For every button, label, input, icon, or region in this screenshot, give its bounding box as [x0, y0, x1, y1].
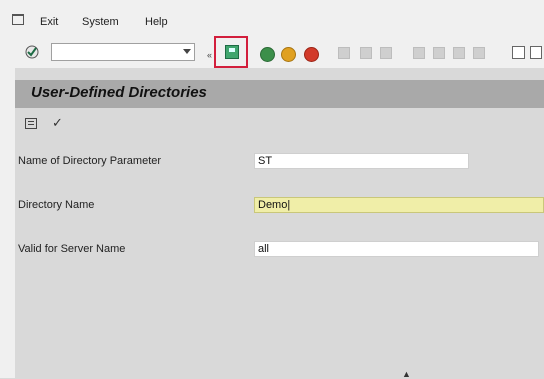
page-title: User-Defined Directories — [31, 84, 207, 101]
window-frame — [0, 36, 15, 378]
screen-title-bar: User-Defined Directories — [15, 80, 544, 108]
chevron-down-icon[interactable] — [183, 49, 191, 54]
collapse-arrows-icon[interactable]: « — [207, 50, 212, 60]
last-page-icon[interactable] — [473, 47, 485, 59]
standard-toolbar: « — [0, 36, 544, 68]
menu-system[interactable]: System — [82, 16, 119, 28]
shortcut-icon[interactable] — [530, 46, 542, 59]
first-page-icon[interactable] — [413, 47, 425, 59]
window-menu-icon[interactable] — [12, 14, 24, 25]
print-icon[interactable] — [338, 47, 350, 59]
check-object-icon[interactable]: ✓ — [52, 115, 63, 131]
find-icon[interactable] — [360, 47, 372, 59]
exit-icon[interactable] — [281, 47, 296, 62]
menu-bar: Exit System Help — [0, 0, 544, 36]
directory-name-field[interactable]: Demo| — [254, 197, 544, 213]
menu-help[interactable]: Help — [145, 16, 168, 28]
display-change-icon[interactable] — [25, 118, 37, 129]
back-icon[interactable] — [260, 47, 275, 62]
menu-exit[interactable]: Exit — [40, 16, 58, 28]
previous-page-icon[interactable] — [433, 47, 445, 59]
cancel-icon[interactable] — [304, 47, 319, 62]
enter-check-icon[interactable] — [25, 45, 39, 59]
command-field[interactable] — [51, 43, 195, 61]
server-name-field[interactable]: all — [254, 241, 539, 257]
save-icon[interactable] — [225, 45, 239, 59]
new-session-icon[interactable] — [512, 46, 525, 59]
label-directory-parameter: Name of Directory Parameter — [18, 155, 162, 167]
label-server-name: Valid for Server Name — [18, 243, 126, 255]
find-next-icon[interactable] — [380, 47, 392, 59]
next-page-icon[interactable] — [453, 47, 465, 59]
label-directory-name: Directory Name — [18, 199, 95, 211]
directory-parameter-field[interactable]: ST — [254, 153, 469, 169]
